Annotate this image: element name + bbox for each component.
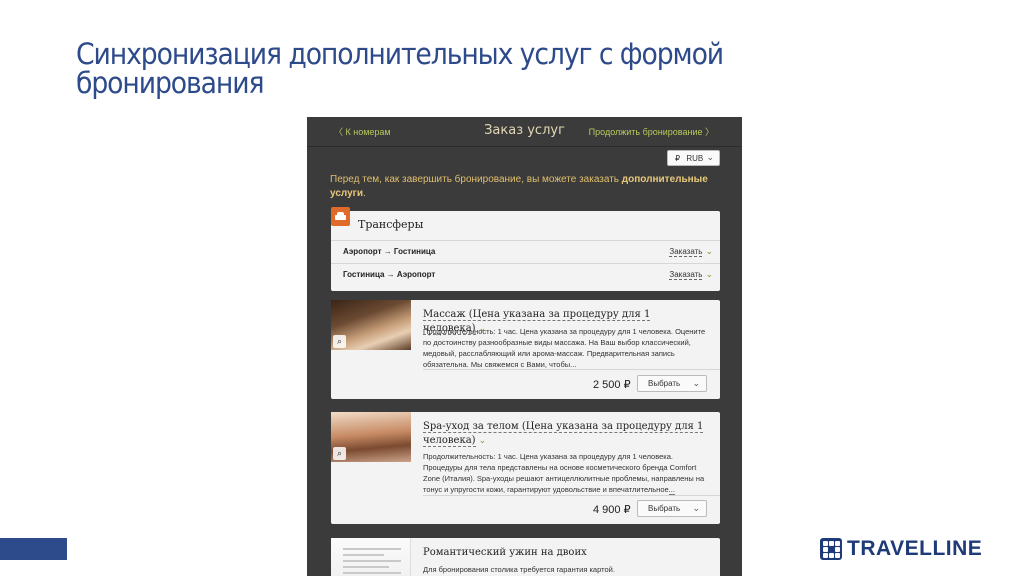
service-select[interactable]: Выбрать ⌄ <box>637 500 707 517</box>
transfers-title: Трансферы <box>358 218 424 231</box>
chevron-down-icon: ⌄ <box>478 436 487 446</box>
service-title[interactable]: Spa-уход за телом (Цена указана за проце… <box>423 420 713 448</box>
order-transfer-button[interactable]: Заказать ⌄ <box>669 269 713 280</box>
transfer-row: Аэропорт → Гостиница Заказать ⌄ <box>331 240 720 262</box>
currency-symbol: ₽ <box>675 154 681 163</box>
order-transfer-button[interactable]: Заказать ⌄ <box>669 246 713 257</box>
currency-select[interactable]: ₽ RUB ⌄ <box>667 150 720 166</box>
spa-photo[interactable]: ⌕ <box>331 412 411 462</box>
car-icon <box>331 207 350 226</box>
service-card-massage: ⌕ Массаж (Цена указана за процедуру для … <box>331 300 720 399</box>
service-card-spa: ⌕ Spa-уход за телом (Цена указана за про… <box>331 412 720 524</box>
chevron-down-icon: ⌄ <box>706 152 714 162</box>
service-title[interactable]: Романтический ужин на двоих <box>423 546 713 560</box>
more-link[interactable]: ... <box>668 485 675 495</box>
dinner-menu-photo[interactable] <box>331 538 411 576</box>
app-header: 〈 К номерам Заказ услуг Продолжить брони… <box>307 117 742 147</box>
chevron-down-icon: ⌄ <box>692 378 700 388</box>
service-description: Для бронирования столика требуется гаран… <box>423 565 615 574</box>
transfer-route-label: Аэропорт → Гостиница <box>343 247 436 256</box>
booking-services-screen: 〈 К номерам Заказ услуг Продолжить брони… <box>307 117 742 576</box>
accent-bar <box>0 538 67 560</box>
transfer-row: Гостиница → Аэропорт Заказать ⌄ <box>331 263 720 285</box>
service-select[interactable]: Выбрать ⌄ <box>637 375 707 392</box>
service-price: 2 500 ₽ <box>593 379 631 391</box>
divider <box>423 495 720 496</box>
service-price: 4 900 ₽ <box>593 504 631 516</box>
logo-text: TRAVELLINE <box>847 537 983 560</box>
chevron-down-icon: ⌄ <box>692 503 700 513</box>
continue-booking-link[interactable]: Продолжить бронирование 〉 <box>589 125 714 138</box>
transfer-route-label: Гостиница → Аэропорт <box>343 270 436 279</box>
travelline-logo: TRAVELLINE <box>820 537 982 561</box>
divider <box>423 369 720 370</box>
service-description: Продолжительность: 1 час. Цена указана з… <box>423 452 705 495</box>
intro-text: Перед тем, как завершить бронирование, в… <box>330 174 708 199</box>
chevron-down-icon: ⌄ <box>705 246 713 256</box>
massage-photo[interactable]: ⌕ <box>331 300 411 350</box>
service-description: Продолжительность: 1 час. Цена указана з… <box>423 327 706 370</box>
zoom-icon[interactable]: ⌕ <box>333 335 346 348</box>
chevron-down-icon: ⌄ <box>705 269 713 279</box>
zoom-icon[interactable]: ⌕ <box>333 447 346 460</box>
service-card-dinner: Романтический ужин на двоих Для брониров… <box>331 538 720 576</box>
slide-title: Синхронизация дополнительных услуг с фор… <box>76 37 724 100</box>
currency-value: RUB <box>686 154 704 163</box>
transfers-card: Трансферы Аэропорт → Гостиница Заказать ⌄… <box>331 207 720 291</box>
logo-mark-icon <box>820 538 842 560</box>
